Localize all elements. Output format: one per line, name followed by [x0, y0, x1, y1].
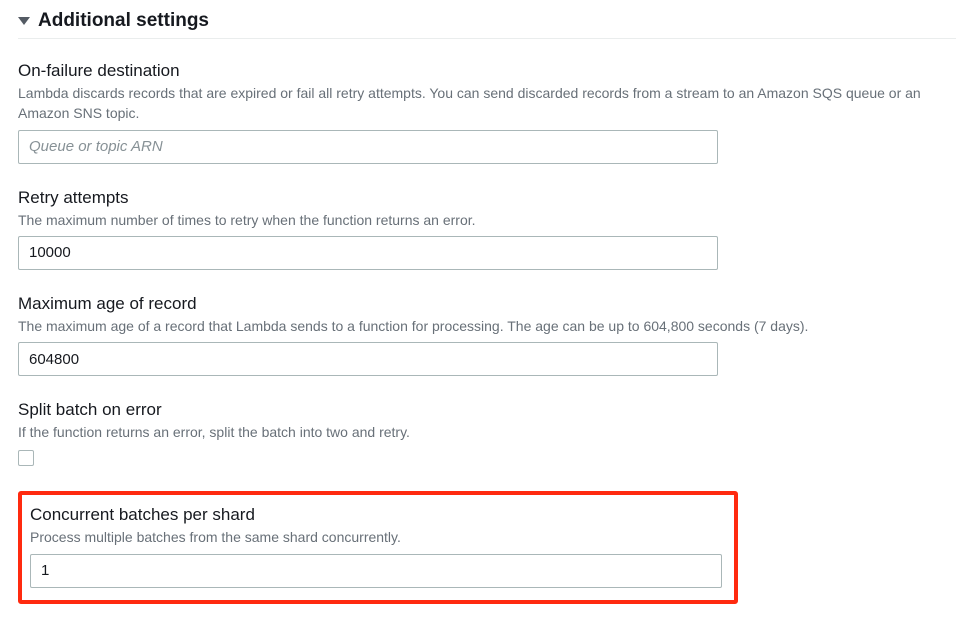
max-age-input[interactable] — [18, 342, 718, 376]
concurrent-batches-group: Concurrent batches per shard Process mul… — [30, 505, 726, 587]
concurrent-desc: Process multiple batches from the same s… — [30, 527, 726, 547]
section-header[interactable]: Additional settings — [18, 10, 956, 39]
retry-attempts-group: Retry attempts The maximum number of tim… — [18, 188, 956, 270]
split-batch-label: Split batch on error — [18, 400, 956, 420]
max-age-desc: The maximum age of a record that Lambda … — [18, 316, 956, 336]
section-title: Additional settings — [38, 10, 209, 32]
retry-label: Retry attempts — [18, 188, 956, 208]
split-batch-desc: If the function returns an error, split … — [18, 422, 956, 442]
caret-down-icon — [18, 17, 30, 25]
split-batch-checkbox[interactable] — [18, 450, 34, 466]
on-failure-input[interactable] — [18, 130, 718, 164]
retry-desc: The maximum number of times to retry whe… — [18, 210, 956, 230]
max-age-group: Maximum age of record The maximum age of… — [18, 294, 956, 376]
max-age-label: Maximum age of record — [18, 294, 956, 314]
retry-input[interactable] — [18, 236, 718, 270]
on-failure-label: On-failure destination — [18, 61, 956, 81]
concurrent-label: Concurrent batches per shard — [30, 505, 726, 525]
on-failure-desc: Lambda discards records that are expired… — [18, 83, 956, 124]
concurrent-input[interactable] — [30, 554, 722, 588]
on-failure-destination-group: On-failure destination Lambda discards r… — [18, 61, 956, 164]
concurrent-highlight: Concurrent batches per shard Process mul… — [18, 491, 738, 603]
split-batch-group: Split batch on error If the function ret… — [18, 400, 956, 471]
